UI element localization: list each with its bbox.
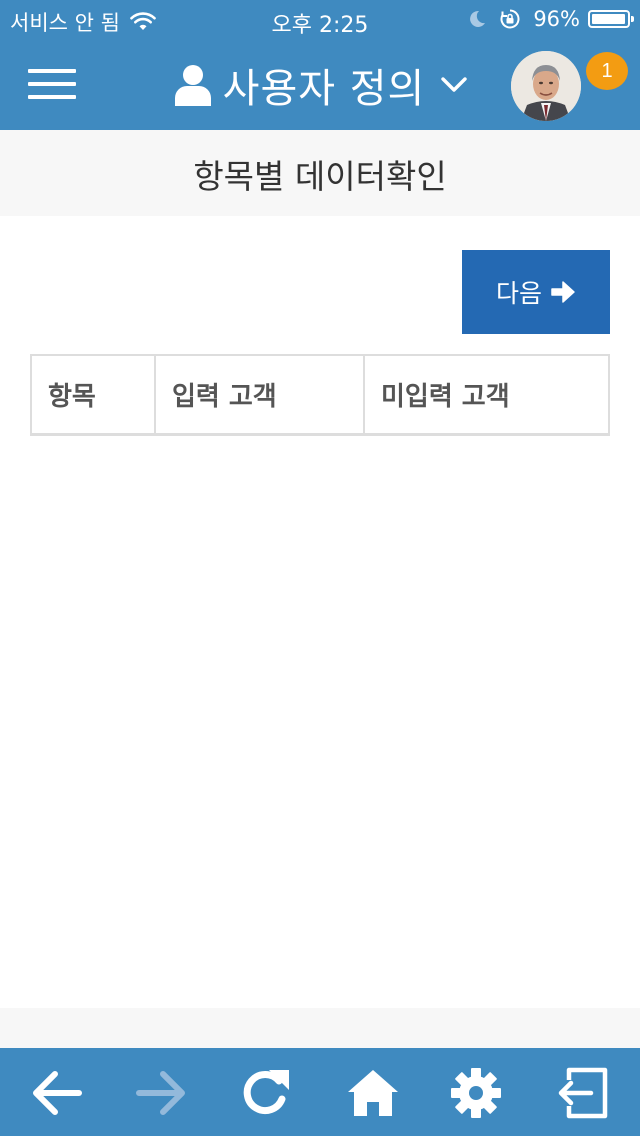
battery-percent: 96% — [533, 7, 580, 31]
home-button[interactable] — [345, 1066, 401, 1120]
battery-fill — [592, 14, 625, 24]
title-dropdown[interactable]: 사용자 정의 — [150, 40, 490, 130]
avatar[interactable] — [511, 51, 581, 121]
hamburger-menu-icon[interactable] — [28, 67, 76, 103]
table-header-item: 항목 — [48, 382, 96, 412]
user-icon — [174, 65, 211, 106]
moon-icon — [470, 10, 486, 27]
logout-button[interactable] — [554, 1066, 610, 1120]
status-right-group: 96% — [467, 7, 634, 31]
footer-spacer — [0, 1008, 640, 1048]
refresh-button[interactable] — [238, 1066, 294, 1120]
forward-button[interactable] — [134, 1066, 190, 1120]
app-header: 사용자 정의 1 — [0, 40, 640, 130]
forward-arrow-icon — [136, 1071, 185, 1115]
gear-icon — [451, 1068, 501, 1118]
next-button[interactable]: 다음 — [462, 250, 610, 334]
battery-icon — [588, 10, 634, 28]
back-arrow-icon — [33, 1071, 82, 1115]
settings-button[interactable] — [448, 1066, 504, 1120]
menu-bar — [28, 69, 76, 73]
home-icon — [348, 1070, 398, 1116]
page-title: 항목별 데이터확인 — [193, 157, 447, 196]
refresh-icon — [243, 1070, 289, 1115]
next-button-label: 다음 — [495, 279, 542, 308]
logout-icon — [558, 1067, 608, 1119]
avatar-photo — [511, 51, 581, 121]
menu-bar — [28, 82, 76, 86]
table-header-not-entered-customers: 미입력 고객 — [363, 356, 608, 433]
table-header-entered-customers: 입력 고객 — [154, 356, 363, 433]
menu-bar — [28, 95, 76, 99]
header-title: 사용자 정의 — [222, 66, 426, 112]
rotation-lock-icon — [500, 9, 520, 29]
status-bar: 서비스 안 됨 오후 2:25 96% — [0, 0, 640, 40]
bottom-nav — [0, 1048, 640, 1136]
chevron-down-icon — [441, 77, 468, 92]
notification-badge[interactable]: 1 — [586, 52, 628, 90]
back-button[interactable] — [28, 1066, 84, 1120]
arrow-right-icon — [551, 281, 575, 303]
data-table: 항목 입력 고객 미입력 고객 — [30, 354, 610, 436]
page-title-bar: 항목별 데이터확인 — [0, 130, 640, 216]
